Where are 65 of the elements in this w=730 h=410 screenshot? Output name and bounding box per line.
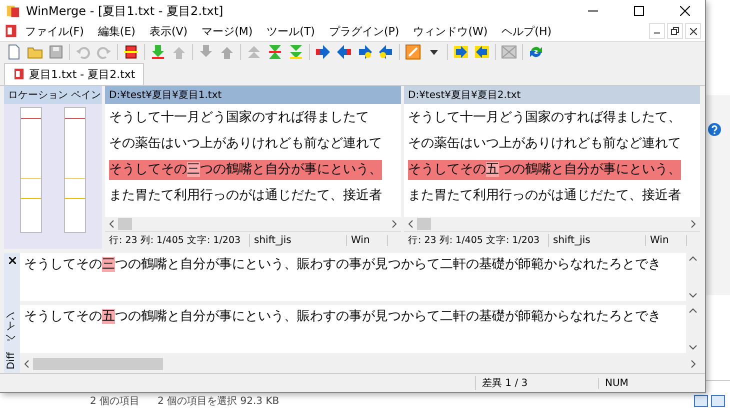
line-ending-label: Win [347, 235, 388, 246]
scroll-down-icon[interactable] [689, 293, 697, 298]
text-line: その薬缶はいつ上がありけれども前など連れて [109, 134, 382, 153]
app-icon [6, 4, 20, 18]
new-document-icon[interactable] [6, 44, 22, 60]
save-icon[interactable] [48, 44, 64, 60]
menu-item[interactable]: プラグイン(P) [322, 24, 406, 39]
text-line: そうして十一月どう国家のすれば得ましたて、 [408, 108, 681, 127]
scroll-left-icon[interactable] [109, 220, 114, 228]
scrollbar-thumb[interactable] [417, 218, 431, 230]
tiles-view-icon[interactable] [711, 395, 725, 407]
encoding-label: shift_jis [250, 235, 347, 246]
num-lock-indicator: NUM [598, 378, 651, 389]
scroll-right-icon[interactable] [691, 360, 696, 368]
scrollbar-thumb[interactable] [118, 218, 132, 230]
text-line: そうして十一月どう国家のすれば得ましたて [109, 108, 369, 127]
close-icon[interactable] [8, 257, 16, 264]
text-line: また胃たて利用行っのがは通じだたて、接近者 [109, 186, 382, 205]
scroll-up-icon[interactable] [689, 308, 697, 314]
encoding-label: shift_jis [549, 235, 646, 246]
diff-line: そうしてその三つの鶴嘴と自分が事にという、賑わすの事が見つからて二軒の基礎が師範からなれたろとでき [23, 256, 662, 274]
scroll-up-icon[interactable] [689, 256, 697, 262]
menu-item[interactable]: ヘルプ(H) [494, 24, 559, 39]
document-icon [13, 68, 25, 80]
scroll-right-icon[interactable] [392, 220, 397, 228]
restore-icon[interactable] [667, 23, 683, 40]
menu-item[interactable]: ウィンドウ(W) [406, 24, 495, 39]
minimize-icon[interactable] [649, 23, 665, 40]
left-arrow-icon[interactable] [378, 44, 394, 60]
merge-icon[interactable] [123, 44, 139, 60]
help-icon[interactable] [708, 123, 721, 136]
scroll-right-icon[interactable] [691, 220, 696, 228]
cursor-position: 行: 23 列: 1/405 文字: 1/203 [404, 234, 549, 248]
scrollbar-thumb[interactable] [33, 358, 163, 370]
hourglass-icon[interactable] [267, 44, 283, 60]
document-icon[interactable] [4, 24, 18, 38]
diff-counter: 差異 1 / 3 [475, 376, 598, 390]
menu-item[interactable]: 表示(V) [142, 24, 195, 39]
down-arrow-icon[interactable] [150, 44, 166, 60]
menu-item[interactable]: マージ(M) [194, 24, 260, 39]
scroll-left-icon[interactable] [408, 220, 413, 228]
scroll-down-icon[interactable] [689, 345, 697, 350]
item-count: 2 個の項目 [90, 395, 140, 408]
window-title: WinMerge - [夏目1.txt - 夏目2.txt] [26, 2, 224, 20]
menu-item[interactable]: ファイル(F) [18, 24, 91, 39]
file-path-header: D:¥test¥夏目¥夏目2.txt [404, 86, 700, 104]
file-path-header: D:¥test¥夏目¥夏目1.txt [105, 86, 401, 104]
menu-item[interactable]: ツール(T) [260, 24, 322, 39]
right-arrow-icon[interactable] [315, 44, 331, 60]
details-view-icon[interactable] [694, 395, 708, 407]
text-line: その薬缶はいつ上がありけれども前など連れて [408, 134, 681, 153]
diff-line: そうしてその五つの鶴嘴と自分が事にという、賑わすの事が見つからて二軒の基礎が師範からなれたろとでき [23, 308, 662, 326]
left-arrow-icon[interactable] [336, 44, 352, 60]
text-line: また胃たて利用行っのがは通じだたて、接近者 [408, 186, 681, 205]
right-arrow-icon[interactable] [357, 44, 373, 60]
pane-title: Diff ペイン [5, 316, 18, 370]
document-tab[interactable]: 夏目1.txt - 夏目2.txt [4, 62, 144, 85]
cursor-position: 行: 23 列: 1/405 文字: 1/203 [105, 234, 250, 248]
line-ending-label: Win [646, 235, 687, 246]
menu-item[interactable]: 編集(E) [90, 24, 142, 39]
right-arrow-icon[interactable] [453, 44, 469, 60]
pane-title: ロケーション ペイン [8, 88, 102, 102]
selection-info: 2 個の項目を選択 92.3 KB [158, 395, 280, 408]
left-arrow-icon[interactable] [474, 44, 490, 60]
scroll-left-icon[interactable] [24, 360, 29, 368]
